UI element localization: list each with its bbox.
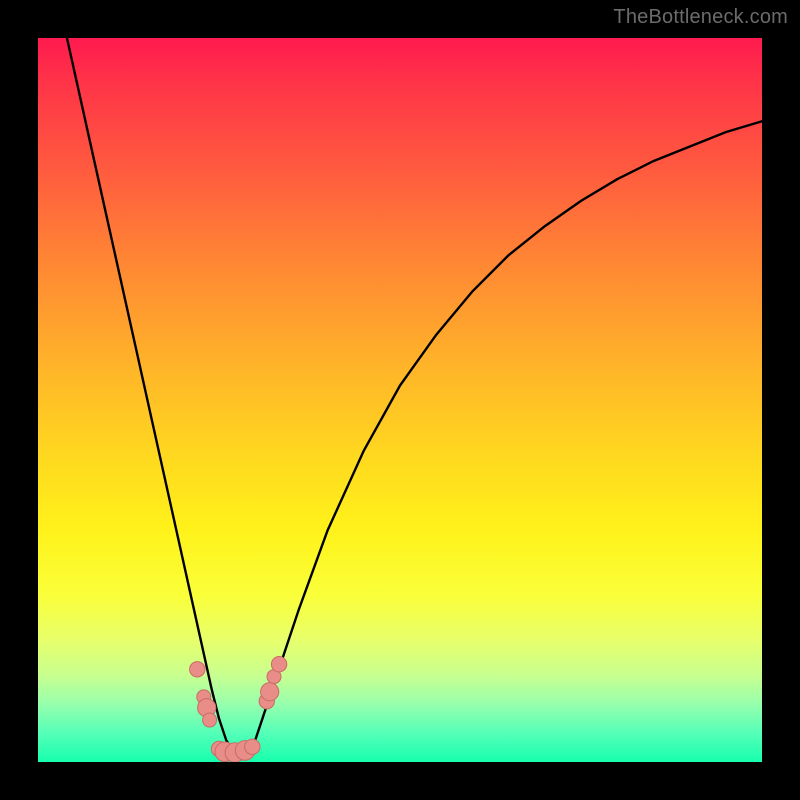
curve-marker xyxy=(261,683,279,701)
plot-area xyxy=(38,38,762,762)
curve-layer xyxy=(38,38,762,762)
curve-marker xyxy=(245,739,260,754)
watermark-text: TheBottleneck.com xyxy=(613,6,788,29)
curve-marker xyxy=(271,657,286,672)
chart-frame: TheBottleneck.com xyxy=(0,0,800,800)
bottleneck-curve xyxy=(67,38,762,753)
curve-markers xyxy=(190,657,287,762)
curve-marker xyxy=(203,713,217,727)
curve-marker xyxy=(190,662,205,677)
